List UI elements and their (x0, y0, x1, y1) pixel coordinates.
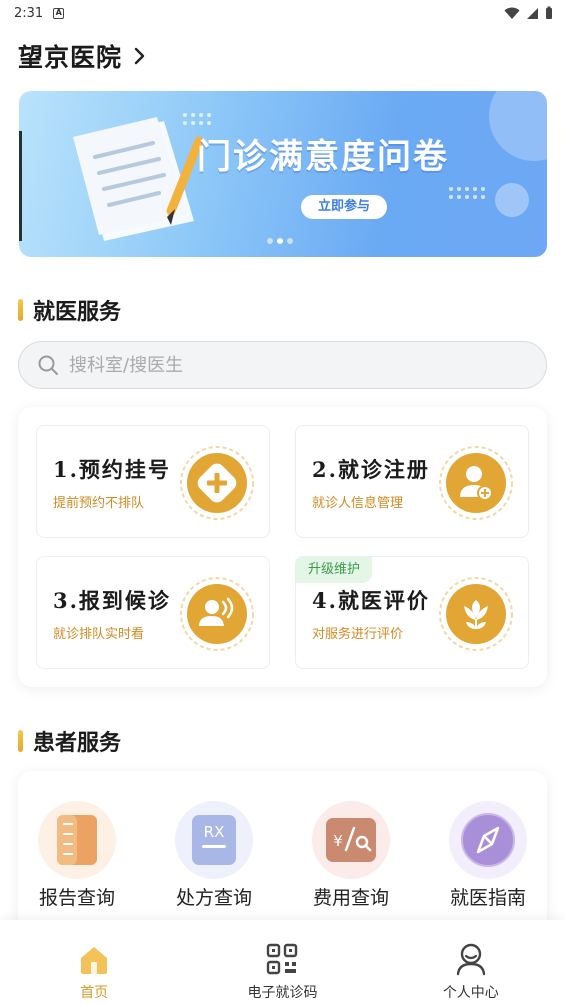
section-title: 就医服务 (33, 300, 122, 325)
patient-service-label: 处方查询 (175, 887, 252, 909)
section-accent-bar (18, 730, 23, 752)
patient-service-label: 就医指南 (449, 887, 526, 909)
banner-title: 门诊满意度问卷 (197, 137, 449, 177)
dot-pattern (183, 113, 211, 125)
hospital-selector[interactable]: 望京医院 (18, 38, 150, 74)
bottom-tab-bar: 首页 电子就诊码 个人中心 (0, 920, 565, 1004)
patient-service-report[interactable]: 报告查询 (27, 801, 127, 910)
status-bar: 2:31 A (0, 0, 565, 26)
banner-deco-circle (495, 183, 529, 217)
search-icon (38, 355, 58, 375)
tab-qr-code[interactable]: 电子就诊码 (188, 920, 376, 1004)
rx-icon: RX (192, 815, 236, 865)
patient-service-label: 费用查询 (312, 887, 389, 909)
banner-pagination (267, 238, 293, 244)
section-accent-bar (18, 299, 23, 321)
service-card-checkin[interactable]: 3.报到候诊 就诊排队实时看 (36, 556, 270, 669)
patient-service-guide[interactable]: 就医指南 (438, 801, 538, 910)
patient-services-heading: 患者服务 (18, 725, 121, 757)
svg-text:RX: RX (204, 823, 225, 841)
service-card-title: 4.就医评价 (312, 588, 430, 613)
banner-deco-circle (489, 91, 547, 161)
svg-text:¥: ¥ (333, 832, 343, 850)
patient-service-label: 报告查询 (38, 887, 115, 909)
dot-pattern (449, 187, 485, 199)
banner-edge (19, 131, 22, 241)
banner-cta-button[interactable]: 立即参与 (301, 195, 387, 219)
pagination-dot-active[interactable] (277, 238, 283, 244)
service-card-registration[interactable]: 2.就诊注册 就诊人信息管理 (295, 425, 529, 538)
chevron-right-icon (134, 47, 145, 65)
compass-icon (461, 813, 515, 867)
tab-home[interactable]: 首页 (0, 920, 188, 1004)
status-left: 2:31 A (14, 5, 65, 21)
search-bar[interactable] (18, 341, 547, 389)
service-card-subtitle: 就诊人信息管理 (312, 496, 404, 511)
medical-services-heading: 就医服务 (18, 294, 121, 326)
tab-profile[interactable]: 个人中心 (377, 920, 565, 1004)
status-time: 2:31 (14, 5, 44, 21)
patient-service-fee[interactable]: ¥ 费用查询 (301, 801, 401, 910)
tab-label: 首页 (80, 985, 109, 1001)
promo-banner[interactable]: 门诊满意度问卷 立即参与 (19, 91, 547, 257)
pagination-dot[interactable] (287, 238, 293, 244)
service-card-appointment[interactable]: 1.预约挂号 提前预约不排队 (36, 425, 270, 538)
patient-services-panel: 报告查询 RX 处方查询 ¥ 费用查询 就医指南 (18, 771, 547, 931)
service-card-evaluation[interactable]: 升级维护 4.就医评价 对服务进行评价 (295, 556, 529, 669)
pt-icon-wrap (449, 801, 527, 879)
pt-icon-wrap: ¥ (312, 801, 390, 879)
signal-icon (527, 7, 538, 19)
tab-label: 电子就诊码 (247, 985, 318, 1001)
user-add-icon (439, 446, 513, 520)
status-right (504, 6, 553, 20)
users-wave-icon (180, 577, 254, 651)
pt-icon-wrap: RX (175, 801, 253, 879)
wifi-icon (504, 7, 520, 19)
patient-service-prescription[interactable]: RX 处方查询 (164, 801, 264, 910)
section-title: 患者服务 (33, 731, 122, 756)
service-card-subtitle: 就诊排队实时看 (53, 627, 145, 642)
qr-code-icon (267, 943, 298, 975)
report-icon (57, 815, 97, 865)
service-card-subtitle: 对服务进行评价 (312, 627, 404, 642)
plus-icon (180, 446, 254, 520)
maintenance-badge: 升级维护 (296, 557, 373, 583)
fee-search-icon: ¥ (326, 818, 376, 862)
hospital-name: 望京医院 (18, 43, 123, 72)
service-card-title: 3.报到候诊 (53, 588, 171, 613)
search-input[interactable] (69, 354, 509, 376)
pagination-dot[interactable] (267, 238, 273, 244)
person-icon (456, 943, 486, 976)
service-card-title: 2.就诊注册 (312, 457, 430, 482)
service-card-title: 1.预约挂号 (53, 457, 171, 482)
service-card-subtitle: 提前预约不排队 (53, 496, 145, 511)
a-icon: A (53, 7, 65, 19)
app-screen: 2:31 A 望京医院 门诊满意度问卷 立即参与 就医服务 搜科室/搜医生 1.… (0, 0, 565, 1004)
battery-icon (546, 6, 552, 19)
pt-icon-wrap (38, 801, 116, 879)
medical-services-panel: 1.预约挂号 提前预约不排队 2.就诊注册 就诊人信息管理 3.报到候诊 就诊排… (18, 407, 547, 687)
flower-icon (439, 577, 513, 651)
home-icon (81, 947, 108, 974)
tab-label: 个人中心 (442, 985, 499, 1001)
